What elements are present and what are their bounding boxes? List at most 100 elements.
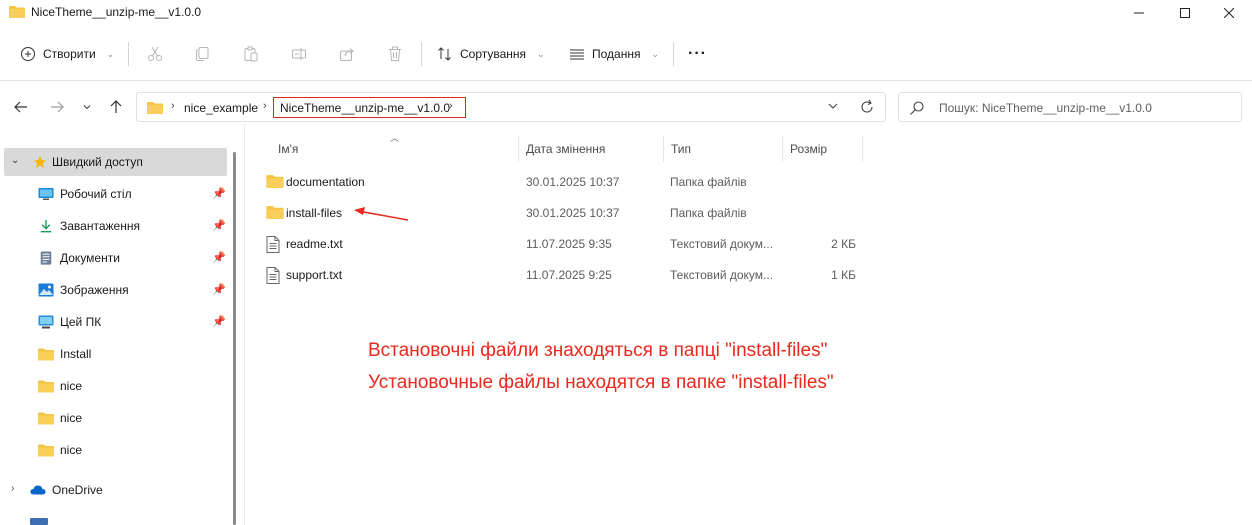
rename-button[interactable] <box>287 42 311 66</box>
create-button[interactable]: Створити ⌄ <box>20 40 114 68</box>
trash-icon <box>389 46 401 61</box>
partial-item-icon <box>30 518 48 525</box>
share-button[interactable] <box>335 42 359 66</box>
pin-icon: 📌 <box>212 252 226 264</box>
sidebar-item-desktop[interactable]: Робочий стіл 📌 <box>0 180 228 208</box>
paste-button[interactable] <box>239 42 263 66</box>
divider <box>0 80 1252 81</box>
minimize-icon <box>1134 12 1144 14</box>
file-type: Текстовий докум... <box>670 237 774 251</box>
sidebar-item-downloads[interactable]: Завантаження 📌 <box>0 212 228 240</box>
folder-icon <box>38 444 54 457</box>
sidebar-item-nice[interactable]: nice <box>0 372 228 400</box>
sidebar-item-label: nice <box>60 411 83 425</box>
sidebar-item-this-pc[interactable]: Цей ПК 📌 <box>0 308 228 336</box>
address-bar[interactable]: › nice_example › NiceTheme__unzip-me__v1… <box>136 92 886 122</box>
file-size: 1 КБ <box>831 268 856 282</box>
column-separator[interactable] <box>663 136 664 162</box>
pin-icon: 📌 <box>212 316 226 328</box>
sidebar-scrollbar[interactable] <box>233 152 236 525</box>
sidebar-item-pictures[interactable]: Зображення 📌 <box>0 276 228 304</box>
file-type: Текстовий докум... <box>670 268 774 282</box>
star-icon <box>33 155 47 168</box>
pin-icon: 📌 <box>212 220 226 232</box>
more-options-button[interactable]: ··· <box>688 40 707 68</box>
folder-icon <box>9 6 25 18</box>
annotation-line-1: Встановочні файли знаходяться в папці "i… <box>368 340 828 361</box>
documents-icon <box>40 251 52 265</box>
breadcrumb-item[interactable]: nice_example <box>184 101 258 115</box>
file-row[interactable]: readme.txt 11.07.2025 9:35 Текстовий док… <box>258 229 868 257</box>
file-row[interactable]: support.txt 11.07.2025 9:25 Текстовий до… <box>258 260 868 288</box>
copy-button[interactable] <box>191 42 215 66</box>
recent-locations-button[interactable] <box>76 96 98 118</box>
column-separator[interactable] <box>518 136 519 162</box>
paste-icon <box>244 46 258 62</box>
sidebar-item-label: Швидкий доступ <box>52 155 143 169</box>
scissors-icon <box>148 46 162 61</box>
column-header-size[interactable]: Розмір <box>790 142 827 168</box>
chevron-down-icon[interactable] <box>827 99 839 113</box>
sort-button[interactable]: Сортування ⌄ <box>437 40 545 68</box>
cut-button[interactable] <box>143 42 167 66</box>
separator <box>421 42 422 66</box>
sidebar-item-quick-access[interactable]: ⌄ Швидкий доступ <box>4 148 227 176</box>
download-icon <box>40 219 52 233</box>
refresh-icon[interactable] <box>859 98 875 116</box>
maximize-button[interactable] <box>1162 0 1208 26</box>
arrow-up-icon <box>110 100 122 113</box>
file-name: documentation <box>286 175 365 189</box>
sidebar-item-label: OneDrive <box>52 483 103 497</box>
text-file-icon <box>266 267 280 284</box>
sidebar-item-label: Робочий стіл <box>60 187 132 201</box>
sidebar-item-install[interactable]: Install <box>0 340 228 368</box>
chevron-down-icon[interactable]: ⌄ <box>11 155 19 166</box>
minimize-button[interactable] <box>1116 0 1162 26</box>
sidebar-item-label: Цей ПК <box>60 315 102 329</box>
sidebar-item-nice[interactable]: nice <box>0 436 228 464</box>
folder-icon <box>266 175 284 188</box>
desktop-icon <box>38 188 54 200</box>
file-name: readme.txt <box>286 237 343 251</box>
rename-icon <box>292 48 306 60</box>
close-button[interactable] <box>1206 0 1252 26</box>
file-row[interactable]: documentation 30.01.2025 10:37 Папка фай… <box>258 167 868 195</box>
folder-icon <box>38 412 54 425</box>
search-box[interactable]: Пошук: NiceTheme__unzip-me__v1.0.0 <box>898 92 1242 122</box>
delete-button[interactable] <box>383 42 407 66</box>
chevron-down-icon: ⌄ <box>106 48 115 59</box>
arrow-left-icon <box>14 101 27 113</box>
close-icon <box>1224 8 1234 18</box>
column-separator[interactable] <box>862 136 863 162</box>
column-header-type[interactable]: Тип <box>671 142 691 168</box>
column-header-name[interactable]: Ім'я <box>278 142 298 168</box>
chevron-right-icon[interactable]: › <box>11 483 14 494</box>
sidebar-item-label: Документи <box>60 251 120 265</box>
file-type: Папка файлів <box>670 175 747 189</box>
sidebar-item-onedrive[interactable]: › OneDrive <box>0 476 228 504</box>
more-icon: ··· <box>688 45 707 62</box>
pane-divider <box>244 124 245 525</box>
sidebar-item-label: nice <box>60 443 83 457</box>
chevron-down-icon: ⌄ <box>651 48 660 59</box>
breadcrumb-current[interactable]: NiceTheme__unzip-me__v1.0.0 <box>280 101 450 115</box>
annotation-arrow-icon <box>354 207 409 221</box>
pin-icon: 📌 <box>212 284 226 296</box>
file-date: 11.07.2025 9:35 <box>526 237 612 251</box>
window-title: NiceTheme__unzip-me__v1.0.0 <box>31 5 202 19</box>
column-header-date[interactable]: Дата змінення <box>526 142 605 168</box>
file-row[interactable]: install-files 30.01.2025 10:37 Папка фай… <box>258 198 868 226</box>
back-button[interactable] <box>10 96 32 118</box>
folder-icon <box>38 348 54 361</box>
sidebar-item-nice[interactable]: nice <box>0 404 228 432</box>
cloud-icon <box>30 485 46 495</box>
forward-button[interactable] <box>46 96 68 118</box>
separator <box>673 42 674 66</box>
view-button[interactable]: Подання ⌄ <box>569 40 659 68</box>
up-button[interactable] <box>105 96 127 118</box>
arrow-right-icon <box>51 101 64 113</box>
file-date: 11.07.2025 9:25 <box>526 268 612 282</box>
column-separator[interactable] <box>782 136 783 162</box>
sidebar-item-documents[interactable]: Документи 📌 <box>0 244 228 272</box>
create-label: Створити <box>43 47 96 61</box>
